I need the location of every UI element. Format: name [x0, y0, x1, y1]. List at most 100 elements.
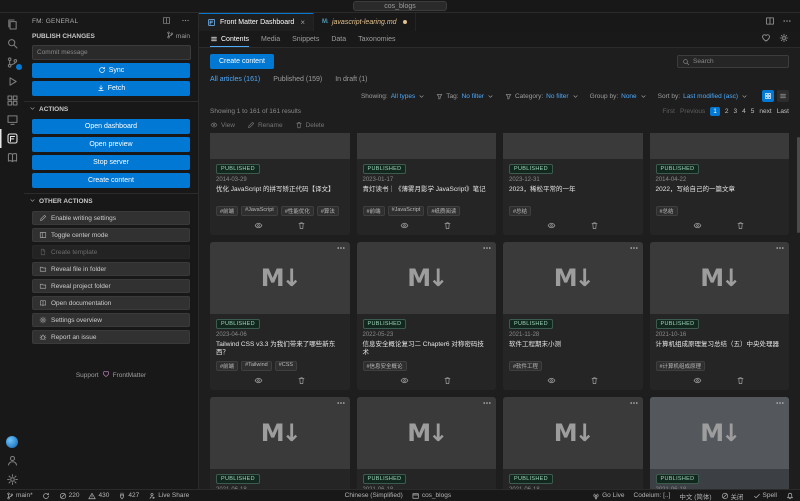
list-view-button[interactable]: [777, 90, 789, 102]
status-codeium[interactable]: Codeium: [..]: [634, 492, 671, 499]
article-card[interactable]: M↓PUBLISHED2014-04-222022，写给自己的一篇文章#总结: [650, 133, 790, 235]
card-menu-button[interactable]: [336, 398, 346, 408]
article-card[interactable]: M↓PUBLISHED2023-04-06Tailwind CSS v3.3 为…: [210, 242, 350, 390]
status-427[interactable]: 427: [118, 492, 139, 500]
open-documentation-button[interactable]: Open documentation: [32, 296, 190, 310]
sync-button[interactable]: Sync: [32, 63, 190, 78]
pagination-last[interactable]: Last: [777, 108, 789, 115]
filter-tab-in-draft-1[interactable]: In draft (1): [335, 76, 367, 83]
other-actions-section-header[interactable]: OTHER ACTIONS: [24, 193, 198, 208]
command-center[interactable]: cos_blogs: [353, 1, 447, 11]
filter-group-by[interactable]: Group by:None: [590, 93, 647, 100]
enable-writing-settings-button[interactable]: Enable writing settings: [32, 211, 190, 225]
view-tool-button[interactable]: View: [210, 121, 235, 129]
tag-chip[interactable]: #算法: [317, 206, 339, 216]
article-card[interactable]: M↓PUBLISHED2023-01-17青灯读书｜《薄雾月影学 JavaScr…: [357, 133, 497, 235]
activity-item-source-control[interactable]: [0, 53, 24, 72]
card-menu-button[interactable]: [336, 243, 346, 253]
article-card[interactable]: M↓PUBLISHED2022-05-23信息安全概论复习二 Chapter6 …: [357, 242, 497, 390]
settings-overview-button[interactable]: Settings overview: [32, 313, 190, 327]
delete-card-button[interactable]: [443, 221, 452, 230]
sidebar-footer[interactable]: Support FrontMatter: [24, 370, 198, 380]
article-card[interactable]: M↓PUBLISHED2021-06-18: [650, 397, 790, 489]
article-card[interactable]: M↓PUBLISHED2023-12-312023，稀松平常的一年#总结: [503, 133, 643, 235]
tab-javascript-learing-md[interactable]: M↓javascript-learing.md: [314, 13, 416, 31]
grid-view-button[interactable]: [762, 90, 774, 102]
status-430[interactable]: 430: [88, 492, 109, 500]
delete-card-button[interactable]: [297, 221, 306, 230]
pagination-previous[interactable]: Previous: [680, 108, 705, 115]
tag-chip[interactable]: #总结: [656, 206, 678, 216]
fetch-button[interactable]: Fetch: [32, 81, 190, 96]
delete-card-button[interactable]: [297, 376, 306, 385]
tag-chip[interactable]: #CSS: [275, 361, 297, 371]
activity-item-profile-badge[interactable]: [0, 432, 24, 451]
nav-item-media[interactable]: Media: [261, 31, 280, 47]
status-sync-icon[interactable]: [42, 492, 50, 500]
view-card-button[interactable]: [693, 376, 702, 385]
status-main[interactable]: main*: [6, 492, 33, 500]
tab-front-matter-dashboard[interactable]: Front Matter Dashboard×: [199, 13, 314, 31]
tag-chip[interactable]: #计算机组成原理: [656, 361, 706, 371]
pagination-page-1[interactable]: 1: [710, 107, 720, 116]
activity-item-extensions[interactable]: [0, 91, 24, 110]
tag-chip[interactable]: #JavaScript: [388, 206, 425, 216]
pagination-page-3[interactable]: 3: [734, 108, 738, 115]
tag-chip[interactable]: #前端: [363, 206, 385, 216]
activity-item-search[interactable]: [0, 34, 24, 53]
activity-item-remote[interactable]: [0, 110, 24, 129]
view-card-button[interactable]: [254, 221, 263, 230]
status-220[interactable]: 220: [59, 492, 80, 500]
tag-chip[interactable]: #纸质阅读: [427, 206, 460, 216]
tag-chip[interactable]: #总结: [509, 206, 531, 216]
report-an-issue-button[interactable]: Report an issue: [32, 330, 190, 344]
activity-item-frontmatter[interactable]: [0, 129, 24, 148]
create-template-button[interactable]: Create template: [32, 245, 190, 259]
view-card-button[interactable]: [547, 376, 556, 385]
card-menu-button[interactable]: [482, 398, 492, 408]
status-go-live[interactable]: Go Live: [592, 492, 624, 500]
activity-item-explorer[interactable]: [0, 15, 24, 34]
view-card-button[interactable]: [547, 221, 556, 230]
view-card-button[interactable]: [400, 376, 409, 385]
tag-chip[interactable]: #JavaScript: [241, 206, 278, 216]
article-card[interactable]: M↓PUBLISHED2021-06-18: [357, 397, 497, 489]
delete-card-button[interactable]: [590, 376, 599, 385]
article-card[interactable]: M↓PUBLISHED2021-06-18: [503, 397, 643, 489]
view-card-button[interactable]: [693, 221, 702, 230]
card-menu-button[interactable]: [775, 398, 785, 408]
tag-chip[interactable]: #软件工程: [509, 361, 542, 371]
tag-chip[interactable]: #前端: [216, 361, 238, 371]
delete-card-button[interactable]: [736, 376, 745, 385]
card-menu-button[interactable]: [629, 398, 639, 408]
sidebar-split-editor-icon[interactable]: [157, 20, 171, 27]
open-dashboard-button[interactable]: Open dashboard: [32, 119, 190, 134]
pagination-page-5[interactable]: 5: [751, 108, 755, 115]
create-content-button[interactable]: Create content: [32, 173, 190, 188]
search-input[interactable]: [693, 58, 784, 65]
delete-card-button[interactable]: [443, 376, 452, 385]
delete-card-button[interactable]: [736, 221, 745, 230]
nav-item-taxonomies[interactable]: Taxonomies: [358, 31, 395, 47]
dashboard-heart-icon[interactable]: [761, 33, 771, 45]
filter-showing[interactable]: Showing:All types: [361, 93, 425, 100]
filter-tag[interactable]: Tag:No filter: [436, 93, 494, 100]
tag-chip[interactable]: #前端: [216, 206, 238, 216]
filter-category[interactable]: Category:No filter: [505, 93, 579, 100]
close-tab-button[interactable]: ×: [300, 18, 305, 27]
pagination-page-4[interactable]: 4: [742, 108, 746, 115]
article-card[interactable]: M↓PUBLISHED2014-03-29优化 JavaScript 的拼写矫正…: [210, 133, 350, 235]
delete-tool-button[interactable]: Delete: [295, 121, 325, 129]
status-chinese-simplified[interactable]: Chinese (Simplified): [345, 492, 403, 499]
view-card-button[interactable]: [400, 221, 409, 230]
sidebar-ellipsis-icon[interactable]: [176, 20, 190, 27]
tag-chip[interactable]: #信息安全概论: [363, 361, 407, 371]
dashboard-settings-gear-icon[interactable]: [779, 33, 789, 45]
filter-tab-all-articles-161[interactable]: All articles (161): [210, 76, 260, 83]
reveal-file-in-folder-button[interactable]: Reveal file in folder: [32, 262, 190, 276]
activity-item-account[interactable]: [0, 451, 24, 470]
editor-action-ellipsis-icon[interactable]: [782, 13, 792, 31]
open-preview-button[interactable]: Open preview: [32, 137, 190, 152]
status-spell[interactable]: Spell: [753, 492, 777, 500]
activity-item-settings-gear[interactable]: [0, 470, 24, 489]
